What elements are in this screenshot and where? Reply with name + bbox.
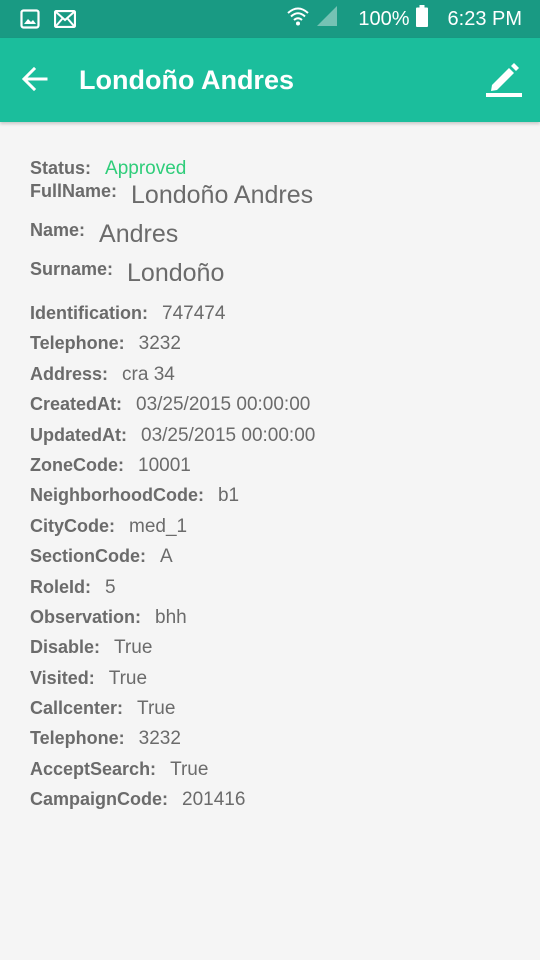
detail-value: True <box>170 758 209 780</box>
detail-row: Observation: bhh <box>30 602 520 632</box>
back-arrow-icon <box>21 66 48 96</box>
detail-row: Callcenter: True <box>30 693 520 723</box>
detail-value: True <box>108 667 148 689</box>
detail-value: 747474 <box>162 303 226 324</box>
detail-label: SectionCode: <box>30 546 147 567</box>
detail-value: b1 <box>217 485 240 507</box>
detail-value: med_1 <box>129 515 188 537</box>
detail-value: 201416 <box>182 789 246 811</box>
detail-label: Identification: <box>30 303 148 323</box>
back-button[interactable] <box>18 64 52 98</box>
detail-label: CreatedAt: <box>30 394 123 415</box>
detail-row: Telephone: 3232 <box>30 723 520 753</box>
detail-value: cra 34 <box>122 363 175 385</box>
detail-row: Visited: True <box>30 663 520 693</box>
image-icon <box>20 9 40 34</box>
detail-row: ZoneCode: 10001 <box>30 450 520 480</box>
detail-row: SectionCode: A <box>30 541 520 571</box>
detail-value: 03/25/2015 00:00:00 <box>141 424 316 446</box>
detail-row: NeighborhoodCode: b1 <box>30 480 520 510</box>
battery-icon <box>415 5 428 33</box>
detail-label: CityCode: <box>30 515 115 536</box>
detail-label: Status: <box>30 158 92 178</box>
battery-percentage: 100% <box>358 7 410 30</box>
detail-label: NeighborhoodCode: <box>30 485 204 506</box>
notification-icons <box>20 9 77 34</box>
detail-row: Telephone: 3232 <box>30 328 520 358</box>
detail-label: AcceptSearch: <box>30 758 157 779</box>
detail-value: Andres <box>99 220 179 248</box>
detail-label: Name: <box>30 220 86 240</box>
detail-label: Disable: <box>30 637 101 658</box>
detail-value: Londoño <box>127 259 225 287</box>
detail-value: 5 <box>105 576 116 598</box>
detail-row: CityCode: med_1 <box>30 511 520 541</box>
detail-row: RoleId: 5 <box>30 572 520 602</box>
detail-value: Londoño Andres <box>131 181 314 209</box>
detail-value: 3232 <box>138 333 181 355</box>
edit-button[interactable] <box>484 58 524 102</box>
detail-value: 10001 <box>138 454 191 476</box>
detail-row: Address: cra 34 <box>30 359 520 389</box>
detail-label: RoleId: <box>30 576 91 597</box>
detail-value: A <box>160 546 173 568</box>
detail-label: FullName: <box>30 181 118 201</box>
detail-row: AcceptSearch: True <box>30 754 520 784</box>
detail-row: CreatedAt: 03/25/2015 00:00:00 <box>30 389 520 419</box>
detail-label: UpdatedAt: <box>30 424 127 445</box>
detail-row-fullname: FullName: Londoño Andres <box>30 181 520 220</box>
app-bar: Londoño Andres <box>0 38 540 122</box>
detail-value: True <box>114 637 153 659</box>
detail-row: Disable: True <box>30 632 520 662</box>
detail-label: Address: <box>30 363 109 384</box>
detail-row: Identification: 747474 <box>30 298 520 328</box>
detail-value: 3232 <box>138 728 181 750</box>
detail-label: Telephone: <box>30 333 125 354</box>
detail-value: bhh <box>155 606 187 628</box>
clock: 6:23 PM <box>447 7 522 30</box>
detail-row: CampaignCode: 201416 <box>30 784 520 814</box>
detail-label: Surname: <box>30 259 114 279</box>
signal-icon <box>316 5 338 33</box>
detail-label: Observation: <box>30 606 142 627</box>
status-bar: 100% 6:23 PM <box>0 0 540 38</box>
detail-label: Visited: <box>30 667 95 688</box>
wifi-icon <box>286 5 310 33</box>
page-title: Londoño Andres <box>79 65 294 95</box>
detail-label: CampaignCode: <box>30 789 169 810</box>
edit-pencil-icon <box>485 58 523 103</box>
detail-row-status: Status: Approved <box>30 151 520 181</box>
detail-row-name: Name: Andres <box>30 220 520 259</box>
detail-value: 03/25/2015 00:00:00 <box>136 394 311 416</box>
detail-label: Telephone: <box>30 728 125 749</box>
detail-label: Callcenter: <box>30 698 124 719</box>
system-indicators: 100% 6:23 PM <box>286 5 522 33</box>
detail-value: True <box>137 698 176 720</box>
detail-row: UpdatedAt: 03/25/2015 00:00:00 <box>30 420 520 450</box>
mail-icon <box>53 9 77 33</box>
detail-label: ZoneCode: <box>30 454 124 475</box>
client-details: Status: Approved FullName: Londoño Andre… <box>30 151 520 815</box>
detail-row-surname: Surname: Londoño <box>30 259 520 298</box>
